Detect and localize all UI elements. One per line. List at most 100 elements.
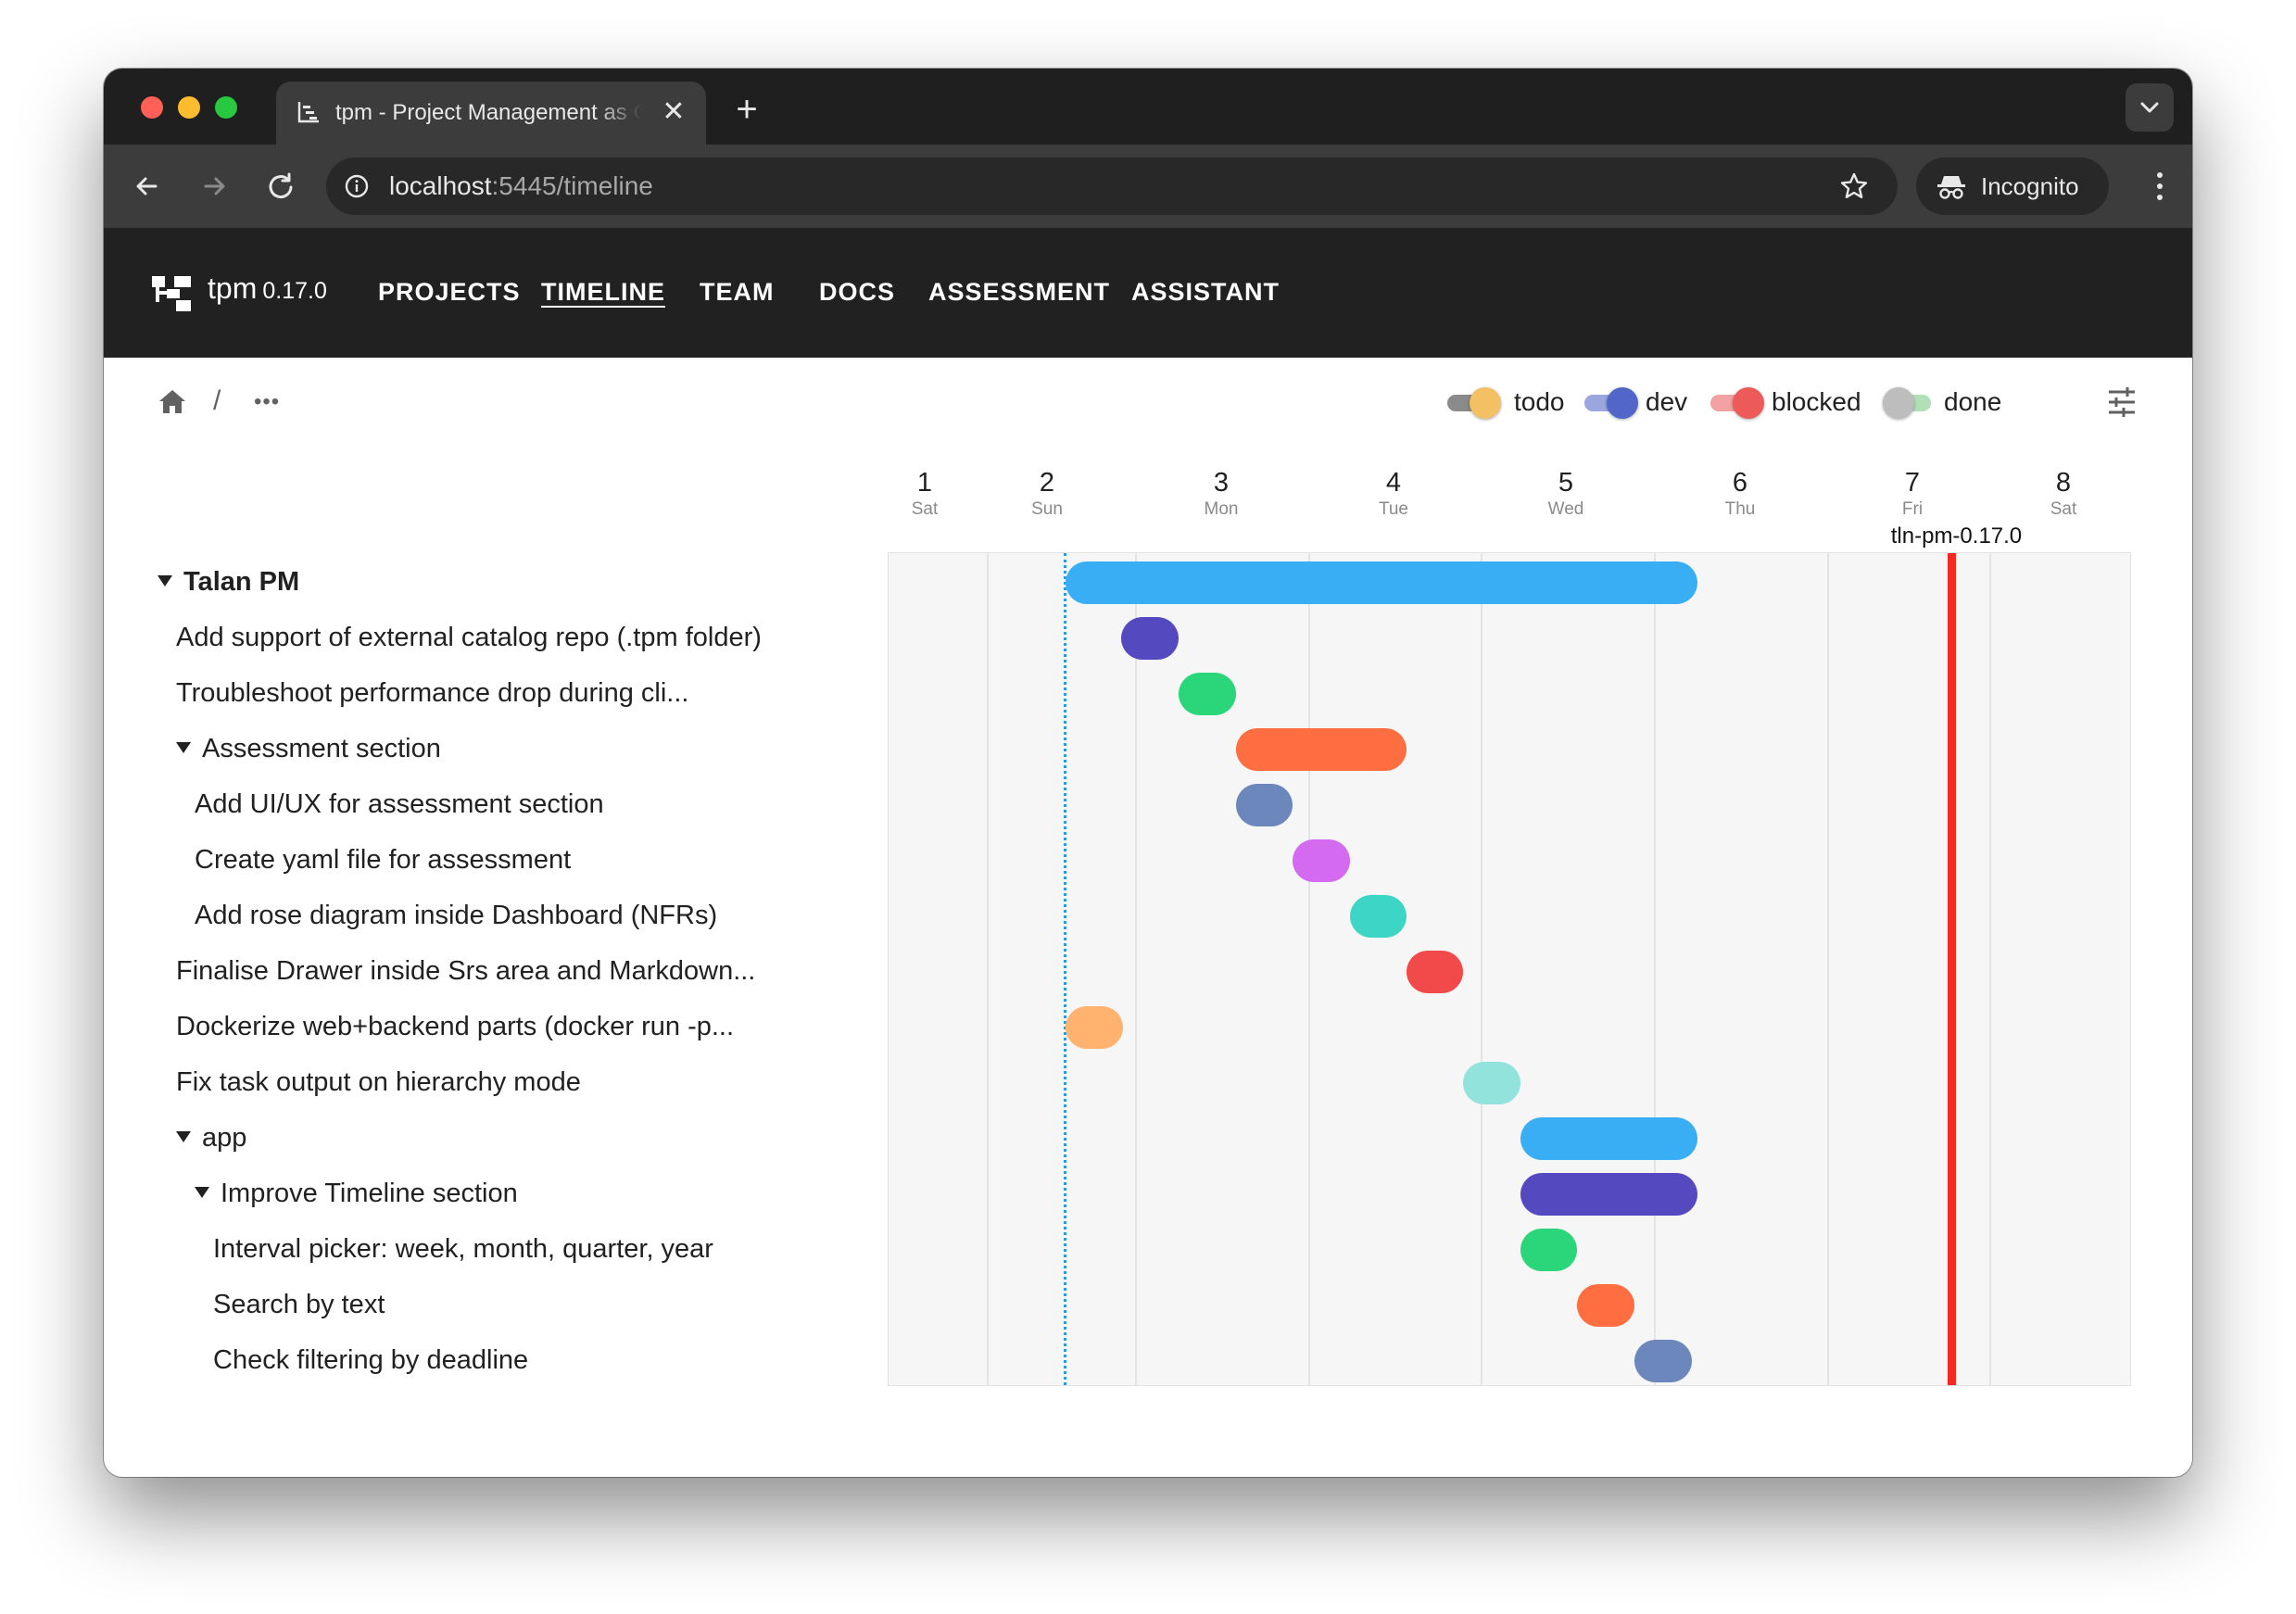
day-name: Fri — [1901, 499, 1924, 519]
task-label: Add UI/UX for assessment section — [195, 789, 604, 819]
milestone-marker[interactable] — [1947, 553, 1956, 1385]
day-label: 4 Tue — [1338, 467, 1449, 521]
tab-active[interactable]: tpm - Project Management as Code ✕ — [276, 82, 706, 145]
task-bar[interactable] — [1577, 1284, 1635, 1327]
task-label: Add rose diagram inside Dashboard (NFRs) — [195, 901, 718, 930]
task-bar[interactable] — [1463, 1062, 1520, 1104]
day-gridline — [1827, 553, 1829, 1385]
task-bar[interactable] — [1293, 839, 1350, 882]
task-row[interactable]: Finalise Drawer inside Srs area and Mark… — [176, 952, 755, 990]
today-marker — [1063, 553, 1066, 1385]
task-bar[interactable] — [1065, 561, 1697, 604]
task-bar[interactable] — [1120, 617, 1179, 660]
nav-projects[interactable]: PROJECTS — [378, 276, 521, 308]
legend-label-done: done — [1944, 387, 2002, 416]
nav-docs[interactable]: DOCS — [819, 276, 895, 308]
app-brand[interactable]: tpm 0.17.0 — [208, 267, 327, 312]
legend-label-todo: todo — [1514, 387, 1565, 416]
task-row[interactable]: Add UI/UX for assessment section — [195, 786, 604, 823]
app-header: tpm 0.17.0 PROJECTS TIMELINE TEAM DOCS AS… — [104, 228, 2192, 358]
task-row[interactable]: Search by text — [213, 1286, 385, 1323]
incognito-indicator[interactable]: Incognito — [1916, 158, 2109, 215]
url-text[interactable]: localhost:5445/timeline — [389, 170, 653, 202]
task-row[interactable]: Interval picker: week, month, quarter, y… — [213, 1230, 713, 1267]
tune-settings-icon[interactable] — [2105, 385, 2138, 419]
day-gridline — [1135, 553, 1137, 1385]
task-row[interactable]: Troubleshoot performance drop during cli… — [176, 675, 688, 712]
nav-assistant[interactable]: ASSISTANT — [1131, 276, 1280, 308]
task-label: Interval picker: week, month, quarter, y… — [213, 1234, 713, 1264]
day-gridline — [1654, 553, 1656, 1385]
task-bar[interactable] — [1235, 728, 1407, 771]
task-row[interactable]: Fix task output on hierarchy mode — [176, 1064, 581, 1101]
browser-window: tpm - Project Management as Code ✕ + — [104, 69, 2192, 1477]
url-path: :5445/timeline — [491, 171, 653, 200]
back-arrow-icon[interactable] — [128, 167, 167, 206]
task-row[interactable]: Create yaml file for assessment — [195, 841, 571, 878]
new-tab-button[interactable]: + — [726, 89, 767, 130]
address-bar[interactable]: localhost:5445/timeline — [326, 158, 1898, 215]
task-bar[interactable] — [1634, 1340, 1693, 1382]
task-row[interactable]: Add rose diagram inside Dashboard (NFRs) — [195, 897, 717, 934]
app-name: tpm — [208, 271, 258, 305]
nav-timeline[interactable]: TIMELINE — [541, 276, 665, 308]
browser-menu-icon[interactable] — [2153, 167, 2166, 206]
maximize-window-button[interactable] — [215, 96, 237, 119]
task-label: app — [202, 1123, 247, 1153]
task-bar[interactable] — [1179, 673, 1236, 715]
tab-search-button[interactable] — [2126, 83, 2174, 132]
timeline-favicon-icon — [297, 102, 319, 123]
task-group-row[interactable]: Assessment section — [176, 730, 441, 767]
caret-down-icon[interactable] — [176, 1131, 191, 1143]
switch-knob — [1607, 387, 1638, 419]
home-icon[interactable] — [158, 387, 187, 415]
day-number: 6 — [1732, 468, 1748, 498]
day-label: 7 Fri — [1857, 467, 1968, 521]
close-window-button[interactable] — [141, 96, 163, 119]
day-number: 8 — [2055, 468, 2072, 498]
task-group-row[interactable]: app — [176, 1119, 246, 1156]
breadcrumb-more-icon[interactable]: ••• — [254, 391, 280, 413]
caret-down-icon[interactable] — [176, 742, 191, 754]
task-bar[interactable] — [1520, 1229, 1578, 1271]
task-group-row[interactable]: Improve Timeline section — [195, 1175, 518, 1212]
bookmark-star-icon[interactable] — [1838, 170, 1870, 202]
day-name: Sat — [911, 499, 939, 519]
task-bar[interactable] — [1520, 1173, 1697, 1216]
task-bar[interactable] — [1407, 951, 1464, 993]
legend-label-blocked: blocked — [1772, 387, 1861, 416]
tab-title: tpm - Project Management as Code — [335, 100, 641, 125]
reload-icon[interactable] — [261, 167, 300, 206]
tab-close-icon[interactable]: ✕ — [658, 96, 689, 128]
day-gridline — [987, 553, 989, 1385]
app-version: 0.17.0 — [262, 278, 327, 304]
task-row[interactable]: Add support of external catalog repo (.t… — [176, 619, 762, 656]
day-number: 7 — [1904, 468, 1921, 498]
task-row[interactable]: Check filtering by deadline — [213, 1342, 528, 1379]
task-label: Fix task output on hierarchy mode — [176, 1067, 581, 1097]
task-bar[interactable] — [1520, 1117, 1697, 1160]
task-group-row[interactable]: Talan PM — [158, 563, 299, 600]
task-label: Add support of external catalog repo (.t… — [176, 623, 762, 652]
timeline-grid — [888, 552, 2131, 1386]
task-row[interactable]: Dockerize web+backend parts (docker run … — [176, 1008, 734, 1045]
task-bar[interactable] — [1235, 784, 1293, 826]
nav-team[interactable]: TEAM — [700, 276, 775, 308]
tpm-logo-icon[interactable] — [152, 276, 191, 311]
minimize-window-button[interactable] — [178, 96, 200, 119]
caret-down-icon[interactable] — [195, 1187, 209, 1199]
task-bar[interactable] — [1349, 895, 1407, 938]
task-bar[interactable] — [1065, 1006, 1123, 1049]
task-label: Dockerize web+backend parts (docker run … — [176, 1012, 735, 1041]
forward-arrow-icon[interactable] — [195, 167, 233, 206]
url-host: localhost — [389, 171, 492, 200]
site-info-icon[interactable] — [343, 172, 371, 200]
breadcrumb-separator: / — [213, 385, 221, 416]
day-label: 2 Sun — [991, 467, 1103, 521]
caret-down-icon[interactable] — [158, 575, 172, 587]
day-gridline — [1988, 553, 1991, 1385]
day-name: Mon — [1204, 499, 1239, 519]
nav-assessment[interactable]: ASSESSMENT — [928, 276, 1110, 308]
day-number: 1 — [916, 468, 933, 498]
day-label: 6 Thu — [1684, 467, 1796, 521]
